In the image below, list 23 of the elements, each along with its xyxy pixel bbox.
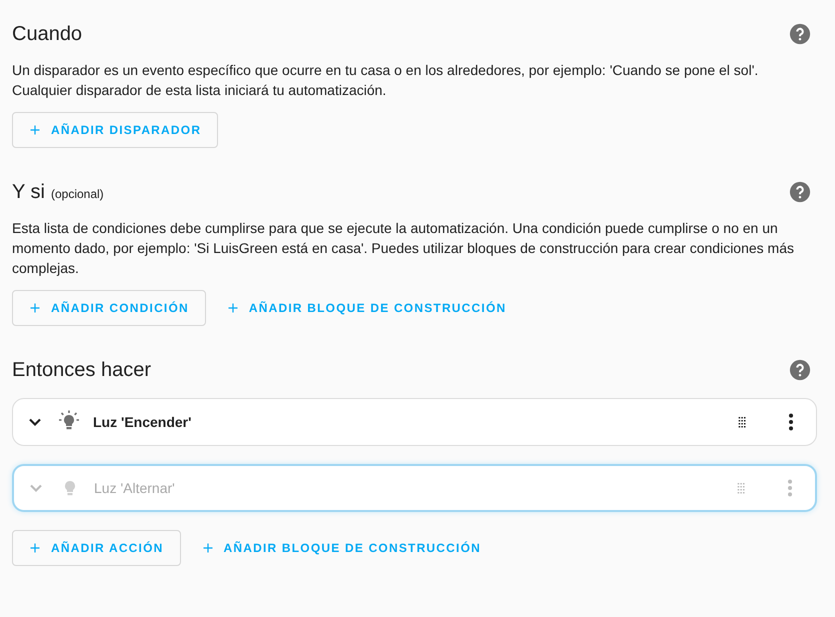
plus-icon — [29, 302, 41, 314]
plus-icon — [226, 302, 239, 314]
section-title: Cuando — [12, 22, 82, 47]
action-label: Luz 'Alternar' — [94, 478, 176, 498]
plus-icon — [29, 542, 41, 554]
add-button[interactable]: AÑADIR DISPARADOR — [12, 112, 218, 148]
plus-icon — [202, 542, 214, 554]
plus-icon — [29, 124, 41, 136]
action-row[interactable]: Luz 'Encender' — [12, 398, 817, 446]
section-description: Esta lista de condiciones debe cumplirse para que se ejecute la automatización. Una condición puede cumplirse o no en un momento dado, por ejemplo: 'Si LuisGreen está en casa'. Puedes utilizar bloques de construcción para crear condiciones más complejas. — [12, 219, 795, 278]
help-icon[interactable] — [789, 181, 811, 203]
section-subtitle: (opcional) — [50, 186, 104, 203]
action-row[interactable]: Luz 'Alternar' — [12, 464, 817, 512]
section-title: Entonces hacer — [12, 358, 151, 383]
section-description: Un disparador es un evento específico que ocurre en tu casa o en los alrededores, por ejemplo: 'Cuando se pone el sol'. Cualquier disparador de esta lista iniciará tu automatización. — [12, 61, 760, 100]
add-button[interactable]: AÑADIR BLOQUE DE CONSTRUCCIÓN — [184, 530, 498, 566]
help-icon[interactable] — [789, 23, 811, 45]
section-title: Y si — [12, 180, 45, 205]
add-button[interactable]: AÑADIR CONDICIÓN — [12, 290, 206, 326]
add-button[interactable]: AÑADIR ACCIÓN — [12, 530, 180, 566]
action-label: Luz 'Encender' — [93, 412, 192, 432]
help-icon[interactable] — [789, 359, 811, 381]
add-button[interactable]: AÑADIR BLOQUE DE CONSTRUCCIÓN — [210, 290, 524, 326]
